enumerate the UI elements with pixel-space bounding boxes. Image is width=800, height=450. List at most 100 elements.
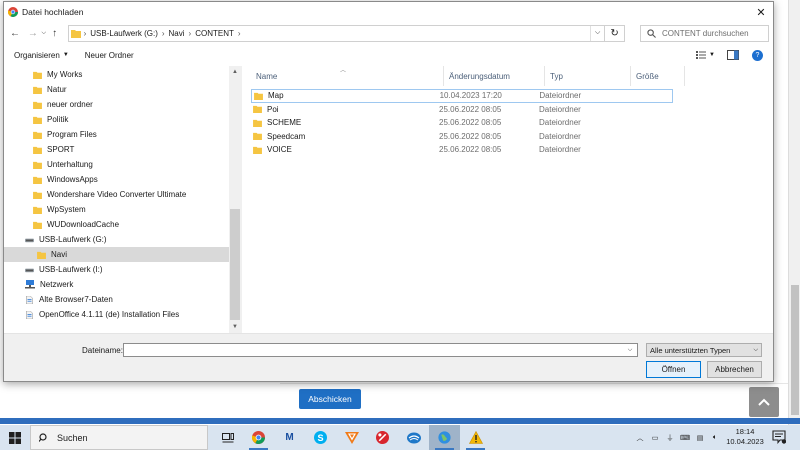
thunderbird-icon[interactable]	[398, 425, 429, 450]
tree-item[interactable]: neuer ordner	[4, 97, 230, 112]
close-icon[interactable]: ✕	[749, 2, 773, 22]
file-type-value: Alle unterstützten Typen	[650, 345, 731, 355]
svg-text:S: S	[317, 433, 323, 443]
tree-item[interactable]: Program Files	[4, 127, 230, 142]
up-arrow-icon[interactable]: ↑	[48, 26, 62, 40]
keyboard-icon[interactable]: ⌨	[679, 432, 691, 444]
file-list-pane: ︿ Name Änderungsdatum Typ Größe Map 10.04…	[242, 66, 773, 333]
tree-item[interactable]: Unterhaltung	[4, 157, 230, 172]
tree-item-label: Netzwerk	[40, 280, 74, 289]
tree-item[interactable]: Netzwerk	[4, 277, 230, 292]
file-type: Dateiordner	[539, 91, 582, 101]
search-input[interactable]: CONTENT durchsuchen	[640, 24, 770, 42]
file-date: 25.06.2022 08:05	[439, 104, 502, 114]
folder-icon	[33, 116, 42, 124]
task-view-icon[interactable]	[212, 425, 243, 450]
folder-tree: My Works Natur neuer ordner Politik Program …	[4, 66, 230, 333]
chrome-icon[interactable]	[243, 425, 274, 450]
tree-item[interactable]: Natur	[4, 82, 230, 97]
file-row[interactable]: SCHEME 25.06.2022 08:05 Dateiordner	[251, 116, 673, 130]
chevron-right-icon[interactable]: ›	[162, 29, 165, 38]
file-row[interactable]: VOICE 25.06.2022 08:05 Dateiordner	[251, 143, 673, 157]
notifications-icon[interactable]	[772, 430, 787, 445]
back-arrow-icon[interactable]: ←	[8, 26, 22, 40]
navigation-scrollbar[interactable]: ▲ ▼	[229, 66, 241, 333]
chevron-up-icon[interactable]: ︿	[634, 432, 646, 444]
view-options-button[interactable]: ▼	[696, 51, 715, 59]
file-row[interactable]: Poi 25.06.2022 08:05 Dateiordner	[251, 103, 673, 117]
file-row[interactable]: Speedcam 25.06.2022 08:05 Dateiordner	[251, 130, 673, 144]
chevron-right-icon[interactable]: ›	[189, 29, 192, 38]
taskbar-search-input[interactable]: Suchen	[30, 425, 208, 450]
scroll-up-icon[interactable]: ▲	[229, 66, 241, 78]
preview-pane-icon[interactable]	[727, 50, 739, 60]
page-footer-strip	[0, 418, 800, 424]
tree-item[interactable]: Alte Browser7-Daten	[4, 292, 230, 307]
tree-item[interactable]: OpenOffice 4.1.11 (de) Installation File…	[4, 307, 230, 322]
navigation-scrollbar-thumb[interactable]	[230, 209, 240, 320]
file-name-cell: Poi	[251, 105, 437, 114]
file-type-select[interactable]: Alle unterstützten Typen ⌵	[646, 343, 762, 357]
page-divider	[280, 383, 790, 384]
filename-input[interactable]: ⌵	[123, 343, 638, 357]
chevron-right-icon[interactable]: ›	[238, 29, 241, 38]
scroll-to-top-button[interactable]	[749, 387, 779, 417]
tree-item[interactable]: SPORT	[4, 142, 230, 157]
battery-icon[interactable]: ▭	[649, 432, 661, 444]
open-button[interactable]: Öffnen	[646, 361, 701, 378]
dialog-bottom-bar: Dateiname: ⌵ Alle unterstützten Typen ⌵ …	[4, 333, 773, 381]
address-bar[interactable]: › USB-Laufwerk (G:) › Navi › CONTENT › ⌵	[67, 24, 606, 42]
windows-start-icon[interactable]	[0, 425, 30, 450]
forward-arrow-icon[interactable]: →	[26, 26, 40, 40]
page-scrollbar-thumb[interactable]	[791, 285, 799, 415]
tree-item[interactable]: Politik	[4, 112, 230, 127]
tools-icon[interactable]	[367, 425, 398, 450]
help-icon[interactable]: ?	[752, 49, 763, 61]
globe-icon[interactable]	[429, 425, 460, 450]
folder-icon	[253, 146, 262, 154]
cancel-button[interactable]: Abbrechen	[707, 361, 762, 378]
tree-item[interactable]: USB-Laufwerk (I:)	[4, 262, 230, 277]
folder-icon	[33, 146, 42, 154]
breadcrumb-usb-g[interactable]: USB-Laufwerk (G:)	[90, 29, 158, 38]
scroll-down-icon[interactable]: ▼	[229, 321, 241, 333]
malwarebytes-icon[interactable]: M	[274, 425, 305, 450]
tree-item-label: Politik	[47, 115, 69, 124]
new-folder-button[interactable]: Neuer Ordner	[85, 51, 134, 60]
warning-icon[interactable]	[460, 425, 491, 450]
column-name[interactable]: Name	[251, 66, 444, 86]
tree-item-label: WUDownloadCache	[47, 220, 120, 229]
file-icon	[26, 295, 33, 304]
tree-item[interactable]: My Works	[4, 67, 230, 82]
usb-icon[interactable]: ⏚	[664, 432, 676, 444]
tree-item[interactable]: Wondershare Video Converter Ultimate	[4, 187, 230, 202]
submit-button[interactable]: Abschicken	[299, 389, 361, 409]
organize-button[interactable]: Organisieren ▼	[14, 51, 69, 60]
tree-item-label: Unterhaltung	[47, 160, 93, 169]
file-upload-dialog: Datei hochladen ✕ ← → ⌵ ↑ › USB-Laufwerk…	[3, 1, 774, 382]
tree-item[interactable]: WpSystem	[4, 202, 230, 217]
refresh-icon[interactable]: ↻	[605, 24, 626, 42]
tree-item[interactable]: WindowsApps	[4, 172, 230, 187]
recent-dropdown-icon[interactable]: ⌵	[40, 26, 48, 40]
column-type[interactable]: Typ	[545, 66, 631, 86]
breadcrumb-content[interactable]: CONTENT	[195, 29, 234, 38]
breadcrumb-navi[interactable]: Navi	[169, 29, 185, 38]
network-icon[interactable]: ▤	[694, 432, 706, 444]
tree-item[interactable]: Navi	[4, 247, 230, 262]
volume-icon[interactable]: 🔈︎	[709, 432, 721, 444]
column-size[interactable]: Größe	[631, 66, 685, 86]
skype-icon[interactable]: S	[305, 425, 336, 450]
column-date[interactable]: Änderungsdatum	[444, 66, 545, 86]
tree-item[interactable]: USB-Laufwerk (G:)	[4, 232, 230, 247]
tree-item[interactable]: WUDownloadCache	[4, 217, 230, 232]
chevron-down-icon[interactable]: ⌵	[623, 344, 637, 356]
taskbar-clock[interactable]: 18:14 10.04.2023	[722, 427, 768, 447]
chevron-down-icon[interactable]: ⌵	[590, 25, 604, 41]
taskbar-apps: M S	[212, 425, 491, 450]
file-row[interactable]: Map 10.04.2023 17:20 Dateiordner	[251, 89, 673, 103]
vivaldi-icon[interactable]	[336, 425, 367, 450]
navigation-pane: My Works Natur neuer ordner Politik Program …	[4, 66, 242, 333]
search-icon	[647, 28, 656, 38]
page-scrollbar[interactable]	[788, 0, 800, 425]
